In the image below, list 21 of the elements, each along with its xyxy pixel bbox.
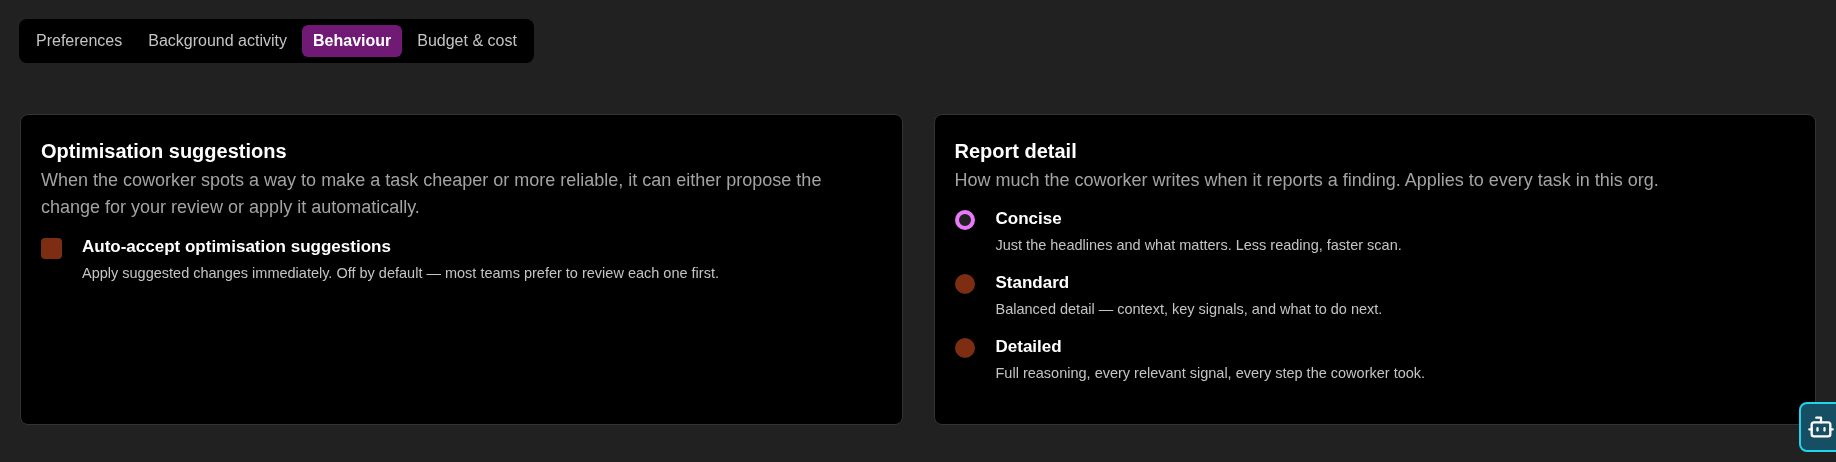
card-description: How much the coworker writes when it reports a finding. Applies to every task in this org. bbox=[954, 169, 1660, 192]
card-title: Report detail bbox=[954, 139, 1078, 164]
option-hint: Apply suggested changes immediately. Off by default — most teams prefer to review each one first. bbox=[82, 264, 719, 283]
tab[interactable]: Background activity bbox=[137, 25, 298, 57]
option-hint: Just the headlines and what matters. Less reading, faster scan. bbox=[995, 236, 1402, 255]
radio-button[interactable] bbox=[954, 338, 975, 358]
option-hint: Full reasoning, every relevant signal, every step the coworker took. bbox=[995, 364, 1426, 383]
tab[interactable]: Preferences bbox=[25, 25, 134, 57]
card-title: Optimisation suggestions bbox=[41, 139, 288, 164]
card-description: When the coworker spots a way to make a task cheaper or more reliable, it can either propose the change for your review or apply it automatically. bbox=[41, 169, 823, 219]
option-label: Concise bbox=[995, 208, 1063, 230]
radio-button[interactable] bbox=[954, 274, 975, 294]
option-hint: Balanced detail — context, key signals, and what to do next. bbox=[995, 300, 1383, 319]
tab[interactable]: Budget & cost bbox=[406, 25, 528, 57]
assistant-button[interactable] bbox=[1799, 402, 1836, 452]
checkbox[interactable] bbox=[41, 238, 62, 259]
tab[interactable]: Behaviour bbox=[302, 25, 403, 57]
option-label: Standard bbox=[995, 272, 1071, 294]
radio-button[interactable] bbox=[954, 210, 975, 230]
option-label: Detailed bbox=[995, 336, 1063, 358]
option-label: Auto-accept optimisation suggestions bbox=[82, 236, 392, 258]
